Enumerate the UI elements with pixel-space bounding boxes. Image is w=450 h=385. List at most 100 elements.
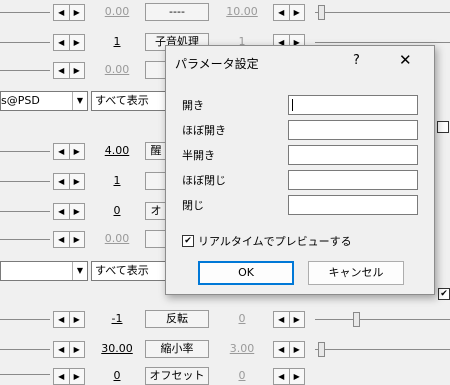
value-field[interactable]: 0.00 — [97, 231, 137, 246]
mode-button[interactable]: ---- — [145, 3, 209, 21]
property-button[interactable] — [145, 230, 167, 248]
slider-track[interactable] — [0, 151, 50, 152]
decrement-arrow-icon[interactable]: ◀ — [54, 204, 69, 219]
help-icon[interactable]: ? — [353, 53, 360, 68]
layer-select-2[interactable]: ▼ — [0, 261, 88, 281]
property-button[interactable]: オ — [145, 202, 167, 220]
increment-arrow-icon[interactable]: ▶ — [68, 312, 85, 327]
value-field-right[interactable]: 3.00 — [222, 341, 262, 356]
increment-arrow-icon[interactable]: ▶ — [288, 342, 305, 357]
increment-arrow-icon[interactable]: ▶ — [68, 144, 85, 159]
value-field-right[interactable]: 0 — [222, 311, 262, 326]
param-input-closed[interactable] — [288, 195, 418, 215]
value-field-right[interactable]: 0 — [222, 368, 262, 383]
decrement-arrow-icon[interactable]: ◀ — [54, 342, 69, 357]
increment-arrow-icon[interactable]: ▶ — [68, 5, 85, 20]
display-filter-select[interactable]: すべて表示 — [91, 91, 167, 111]
ok-button[interactable]: OK — [198, 261, 294, 285]
value-field[interactable]: 1 — [97, 34, 137, 49]
slider-track[interactable] — [0, 42, 50, 43]
increment-arrow-icon[interactable]: ▶ — [68, 232, 85, 247]
decrement-arrow-icon[interactable]: ◀ — [54, 174, 69, 189]
increment-arrow-icon[interactable]: ▶ — [288, 5, 305, 20]
value-field[interactable]: 0.00 — [97, 4, 137, 19]
increment-arrow-icon[interactable]: ▶ — [288, 312, 305, 327]
chevron-down-icon[interactable]: ▼ — [72, 92, 87, 110]
increment-arrow-icon[interactable]: ▶ — [68, 204, 85, 219]
slider-thumb[interactable] — [318, 5, 325, 20]
cancel-button[interactable]: キャンセル — [308, 261, 404, 285]
slider-track[interactable] — [0, 349, 50, 350]
value-field[interactable]: 0.00 — [97, 62, 137, 77]
decrement-arrow-icon[interactable]: ◀ — [54, 312, 69, 327]
spinner-right[interactable]: ◀ ▶ — [273, 4, 305, 21]
slider-track-right[interactable] — [315, 12, 450, 13]
param-label-mostly-open: ほぼ開き — [182, 124, 226, 137]
decrement-arrow-icon[interactable]: ◀ — [274, 312, 289, 327]
value-field[interactable]: 4.00 — [97, 143, 137, 158]
decrement-arrow-icon[interactable]: ◀ — [54, 63, 69, 78]
display-filter-value: すべて表示 — [95, 264, 149, 277]
realtime-preview-label[interactable]: リアルタイムでプレビューする — [198, 233, 352, 249]
slider-track[interactable] — [0, 239, 50, 240]
layer-select[interactable]: s@PSD ▼ — [0, 91, 88, 111]
spinner[interactable]: ◀ ▶ — [53, 34, 85, 51]
slider-track[interactable] — [0, 181, 50, 182]
param-input-mostly-open[interactable] — [288, 120, 418, 140]
decrement-arrow-icon[interactable]: ◀ — [274, 5, 289, 20]
increment-arrow-icon[interactable]: ▶ — [68, 35, 85, 50]
spinner[interactable]: ◀ ▶ — [53, 341, 85, 358]
realtime-preview-checkbox[interactable]: ✔ — [182, 235, 194, 247]
increment-arrow-icon[interactable]: ▶ — [68, 63, 85, 78]
spinner[interactable]: ◀ ▶ — [53, 62, 85, 79]
value-field[interactable]: 30.00 — [97, 341, 137, 356]
increment-arrow-icon[interactable]: ▶ — [68, 174, 85, 189]
value-field[interactable]: 0 — [97, 368, 137, 383]
slider-track[interactable] — [0, 319, 50, 320]
property-button[interactable]: 醒 — [145, 142, 167, 160]
right-edge-checkbox[interactable] — [437, 121, 449, 133]
param-input-half-open[interactable] — [288, 145, 418, 165]
slider-track-right[interactable] — [315, 319, 450, 320]
spinner[interactable]: ◀ ▶ — [53, 143, 85, 160]
decrement-arrow-icon[interactable]: ◀ — [54, 232, 69, 247]
slider-thumb[interactable] — [318, 342, 325, 357]
slider-track[interactable] — [0, 70, 50, 71]
decrement-arrow-icon[interactable]: ◀ — [54, 5, 69, 20]
display-filter-select-2[interactable]: すべて表示 — [91, 261, 167, 281]
right-edge-checkbox-checked[interactable]: ✔ — [438, 288, 450, 300]
increment-arrow-icon[interactable]: ▶ — [68, 342, 85, 357]
value-field-right[interactable]: 10.00 — [222, 4, 262, 19]
value-field[interactable]: -1 — [97, 311, 137, 326]
spinner-right[interactable]: ◀ ▶ — [273, 311, 305, 328]
value-field[interactable]: 0 — [97, 203, 137, 218]
slider-track[interactable] — [0, 374, 50, 375]
spinner[interactable]: ◀ ▶ — [53, 4, 85, 21]
parameter-settings-dialog: パラメータ設定 ? ✕ 開き ほぼ開き 半開き ほぼ閉じ 閉じ ✔ リアルタイム… — [165, 45, 435, 295]
decrement-arrow-icon[interactable]: ◀ — [54, 35, 69, 50]
text-caret — [292, 99, 293, 111]
decrement-arrow-icon[interactable]: ◀ — [54, 144, 69, 159]
slider-thumb[interactable] — [353, 312, 360, 327]
param-label-closed: 閉じ — [182, 199, 204, 212]
spinner[interactable]: ◀ ▶ — [53, 173, 85, 190]
invert-button[interactable]: 反転 — [145, 310, 209, 328]
scale-ratio-button[interactable]: 縮小率 — [145, 340, 209, 358]
slider-track-right[interactable] — [315, 349, 450, 350]
param-label-half-open: 半開き — [182, 149, 215, 162]
slider-track-right[interactable] — [315, 42, 450, 43]
value-field[interactable]: 1 — [97, 173, 137, 188]
param-input-mostly-closed[interactable] — [288, 170, 418, 190]
chevron-down-icon[interactable]: ▼ — [72, 262, 87, 280]
param-input-open[interactable] — [288, 95, 418, 115]
spinner-right[interactable]: ◀ ▶ — [273, 341, 305, 358]
offset-x-button[interactable]: オフセットX — [145, 367, 209, 385]
spinner[interactable]: ◀ ▶ — [53, 231, 85, 248]
slider-track[interactable] — [0, 12, 50, 13]
property-button[interactable] — [145, 172, 167, 190]
decrement-arrow-icon[interactable]: ◀ — [274, 342, 289, 357]
spinner[interactable]: ◀ ▶ — [53, 311, 85, 328]
slider-track[interactable] — [0, 211, 50, 212]
spinner[interactable]: ◀ ▶ — [53, 203, 85, 220]
close-icon[interactable]: ✕ — [399, 51, 412, 69]
